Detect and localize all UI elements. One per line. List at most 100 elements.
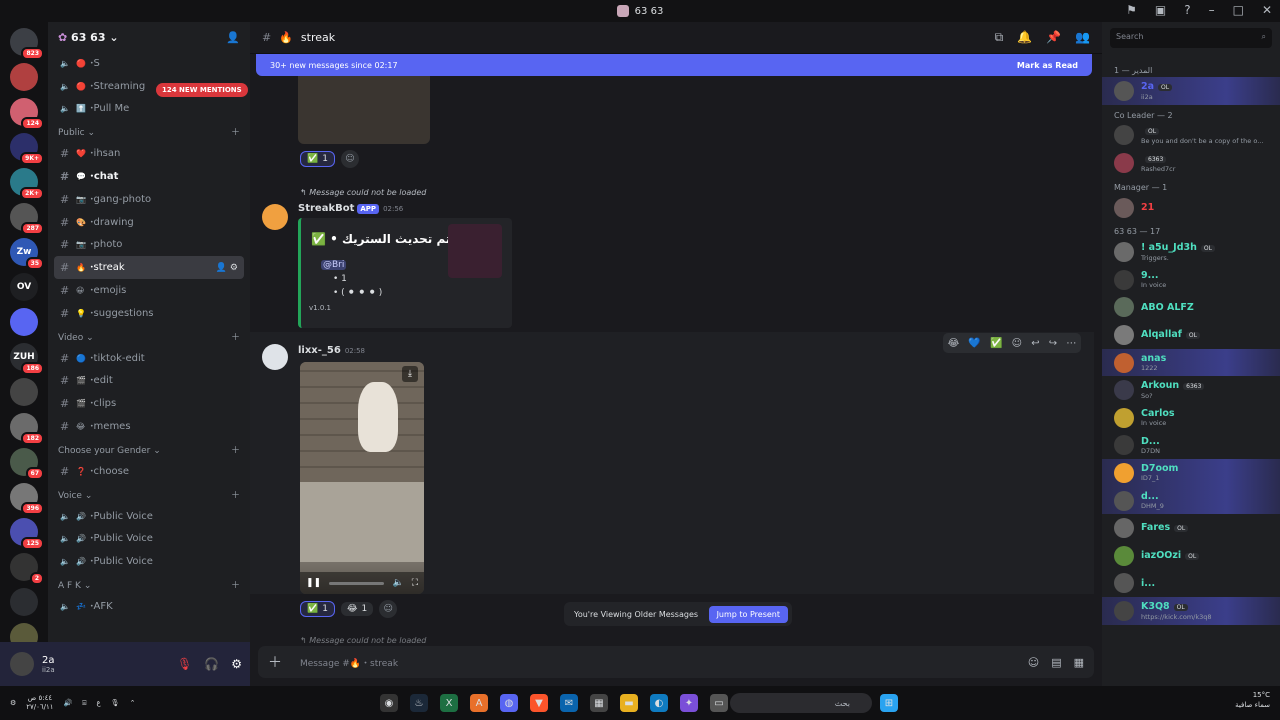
- members-icon[interactable]: 👥: [1075, 30, 1090, 45]
- avatar[interactable]: [10, 652, 34, 676]
- member-item[interactable]: 2a OL ii2a: [1102, 77, 1280, 105]
- quick-reaction-check[interactable]: ✅: [990, 338, 1002, 349]
- channel-settings-icon[interactable]: 👤 ⚙: [216, 263, 238, 273]
- reply-icon[interactable]: ↩: [1031, 338, 1039, 349]
- emoji-icon[interactable]: ☺: [1028, 656, 1039, 669]
- maximize-button[interactable]: □: [1233, 3, 1244, 17]
- forward-icon[interactable]: ↪: [1049, 338, 1057, 349]
- server-icon[interactable]: 9K+: [10, 133, 44, 165]
- add-reaction-icon[interactable]: ☺: [379, 600, 398, 618]
- channel-item[interactable]: # 🔥 • streak 👤 ⚙: [54, 256, 244, 280]
- chevron-up-icon[interactable]: ⌃: [130, 699, 136, 707]
- add-member-icon[interactable]: 👤: [226, 31, 240, 44]
- server-icon[interactable]: [10, 63, 38, 91]
- category-header[interactable]: A F K ⌄ ＋: [48, 573, 250, 595]
- app-icon[interactable]: ◉: [380, 694, 398, 712]
- channel-item[interactable]: # 💡 • suggestions: [48, 302, 250, 325]
- member-item[interactable]: Arkoun 6363 So?: [1102, 376, 1280, 404]
- member-item[interactable]: ABO ALFZ: [1102, 294, 1280, 322]
- member-item[interactable]: K3Q8 OL https://kick.com/k3q8: [1102, 597, 1280, 625]
- server-icon[interactable]: 182: [10, 413, 44, 445]
- settings-icon[interactable]: ⚙: [231, 657, 242, 671]
- member-item[interactable]: Carlos In voice: [1102, 404, 1280, 432]
- previous-image[interactable]: [298, 76, 430, 144]
- weather-widget[interactable]: 15°C سماء صافية: [1235, 690, 1270, 710]
- quick-reaction-laugh[interactable]: 😂: [948, 338, 960, 349]
- channel-item[interactable]: 🔈 🔊 • Public Voice: [48, 550, 250, 573]
- server-icon[interactable]: ZUH 186: [10, 343, 44, 375]
- search-input[interactable]: Search ⌕: [1110, 28, 1272, 48]
- server-icon[interactable]: 125: [10, 518, 44, 550]
- channel-item[interactable]: 🔈 🔊 • Public Voice: [48, 505, 250, 528]
- settings-icon[interactable]: ⚙: [10, 699, 16, 707]
- member-item[interactable]: OL Be you and don't be a copy of the o...: [1102, 122, 1280, 150]
- channel-item[interactable]: # 🎬 • edit: [48, 370, 250, 393]
- copilot-icon[interactable]: ✦: [680, 694, 698, 712]
- member-item[interactable]: D... D7DN: [1102, 432, 1280, 460]
- video-attachment[interactable]: ⤓ ❚❚ 🔈 ⛶: [300, 362, 424, 594]
- mentions-pill[interactable]: 124 NEW MENTIONS: [156, 83, 248, 97]
- server-icon[interactable]: 823: [10, 28, 44, 60]
- server-icon[interactable]: 2: [10, 553, 44, 585]
- jump-to-present-button[interactable]: Jump to Present: [708, 605, 788, 623]
- channel-item[interactable]: # ❤️ • ihsan: [48, 142, 250, 165]
- channel-item[interactable]: # 😀 • emojis: [48, 279, 250, 302]
- channel-item[interactable]: # 🔵 • tiktok-edit: [48, 347, 250, 370]
- guild-header[interactable]: ✿ 63 63 ⌄ 👤: [48, 22, 250, 52]
- mail-icon[interactable]: ✉: [560, 694, 578, 712]
- add-channel-icon[interactable]: ＋: [231, 578, 240, 591]
- app-icon[interactable]: ▭: [710, 694, 728, 712]
- category-header[interactable]: Choose your Gender ⌄ ＋: [48, 438, 250, 460]
- microphone-icon[interactable]: 🎙: [111, 699, 120, 707]
- reaction-check[interactable]: ✅ 1: [300, 151, 335, 167]
- member-item[interactable]: Alqallaf OL: [1102, 321, 1280, 349]
- volume-icon[interactable]: 🔊: [64, 699, 73, 707]
- quick-reaction-heart[interactable]: 💙: [968, 338, 980, 349]
- folder-icon[interactable]: ▬: [620, 694, 638, 712]
- channel-item[interactable]: # 🎨 • drawing: [48, 211, 250, 234]
- embed-thumbnail[interactable]: [448, 224, 502, 278]
- avatar[interactable]: [262, 344, 288, 370]
- channel-item[interactable]: 🔈 🔴 • S: [48, 52, 250, 75]
- add-channel-icon[interactable]: ＋: [231, 125, 240, 138]
- channel-item[interactable]: # 📷 • photo: [48, 234, 250, 257]
- category-header[interactable]: Voice ⌄ ＋: [48, 483, 250, 505]
- pause-icon[interactable]: ❚❚: [306, 578, 321, 588]
- steam-icon[interactable]: ♨: [410, 694, 428, 712]
- category-header[interactable]: Public ⌄ ＋: [48, 120, 250, 142]
- avatar[interactable]: [262, 204, 288, 230]
- server-icon[interactable]: 287: [10, 203, 44, 235]
- reaction-laugh[interactable]: 😂 1: [340, 602, 374, 616]
- server-icon[interactable]: OV: [10, 273, 38, 301]
- add-channel-icon[interactable]: ＋: [231, 330, 240, 343]
- server-icon[interactable]: [10, 308, 38, 336]
- server-icon[interactable]: [10, 378, 38, 406]
- mark-as-read-button[interactable]: Mark as Read: [1017, 61, 1078, 70]
- minimize-button[interactable]: –: [1209, 3, 1215, 17]
- channel-item[interactable]: # 😂 • memes: [48, 415, 250, 438]
- network-icon[interactable]: ⌸: [82, 699, 86, 708]
- member-item[interactable]: 6363 Rashed7cr: [1102, 149, 1280, 177]
- channel-item[interactable]: # 💬 • chat: [48, 165, 250, 188]
- channel-item[interactable]: # ❓ • choose: [48, 460, 250, 483]
- member-item[interactable]: D7oom ID7_1: [1102, 459, 1280, 487]
- message-input[interactable]: Message #🔥・streak: [300, 656, 398, 669]
- store-icon[interactable]: ▦: [590, 694, 608, 712]
- excel-icon[interactable]: X: [440, 694, 458, 712]
- pin-icon[interactable]: 📌: [1046, 30, 1061, 45]
- member-item[interactable]: iazOOzi OL: [1102, 542, 1280, 570]
- help-icon[interactable]: ?: [1184, 3, 1190, 17]
- member-item[interactable]: ! a5u_Jd3h OL Triggers.: [1102, 238, 1280, 266]
- author-name[interactable]: lixx-_56: [298, 345, 341, 356]
- server-icon[interactable]: 67: [10, 448, 44, 480]
- discord-icon[interactable]: ◍: [500, 694, 518, 712]
- channel-item[interactable]: 🔈 ⬆️ • Pull Me: [48, 98, 250, 121]
- server-icon[interactable]: [10, 623, 38, 642]
- threads-icon[interactable]: ⧉: [995, 30, 1004, 45]
- member-item[interactable]: 21: [1102, 194, 1280, 222]
- server-icon[interactable]: 396: [10, 483, 44, 515]
- channel-item[interactable]: 🔈 🔊 • Public Voice: [48, 528, 250, 551]
- member-item[interactable]: d... DHM_9: [1102, 486, 1280, 515]
- apps-icon[interactable]: ▦: [1074, 656, 1084, 669]
- app-icon[interactable]: A: [470, 694, 488, 712]
